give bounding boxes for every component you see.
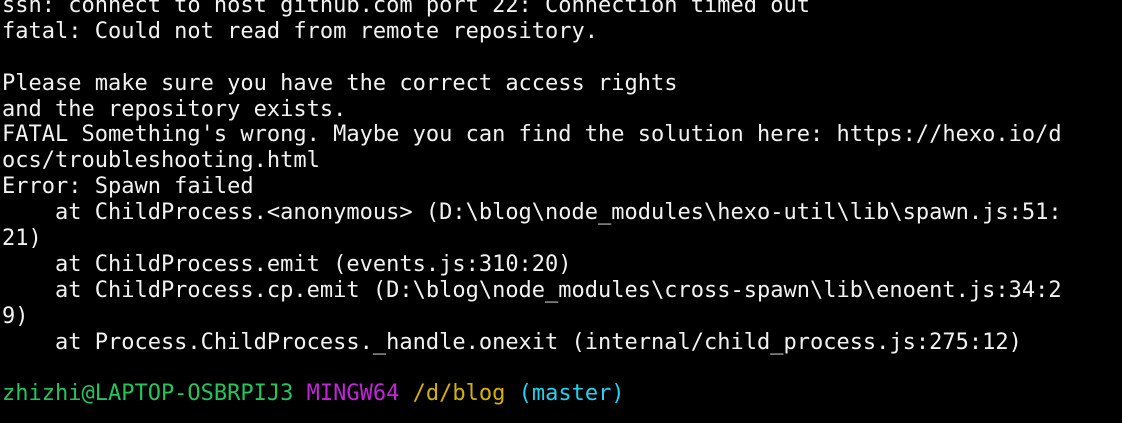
prompt-system: MINGW64 [306,381,400,407]
prompt-line: zhizhi@LAPTOP-OSBRPIJ3 MINGW64 /d/blog (… [2,381,1122,407]
terminal-line: at Process.ChildProcess._handle.onexit (… [2,329,1022,355]
terminal-line: Please make sure you have the correct ac… [2,70,678,96]
prompt-user-host: zhizhi@LAPTOP-OSBRPIJ3 [2,381,294,407]
terminal-line: at ChildProcess.<anonymous> (D:\blog\nod… [2,200,1062,226]
terminal-line: at ChildProcess.emit (events.js:310:20) [2,251,572,277]
terminal-line: 21) [2,226,42,252]
terminal-window[interactable]: ssh: connect to host github.com port 22:… [0,0,1122,423]
prompt-branch: (master) [518,381,625,407]
terminal-line: at ChildProcess.cp.emit (D:\blog\node_mo… [2,277,1062,303]
terminal-line: Error: Spawn failed [2,174,254,200]
terminal-output: ssh: connect to host github.com port 22:… [2,0,1122,407]
terminal-line: FATAL Something's wrong. Maybe you can f… [2,122,1062,148]
terminal-line: fatal: Could not read from remote reposi… [2,18,599,44]
prompt-path: /d/blog [412,381,506,407]
terminal-line: ocs/troubleshooting.html [2,148,320,174]
terminal-line: ssh: connect to host github.com port 22:… [2,0,810,18]
terminal-line: and the repository exists. [2,96,347,122]
terminal-line: 9) [2,303,29,329]
